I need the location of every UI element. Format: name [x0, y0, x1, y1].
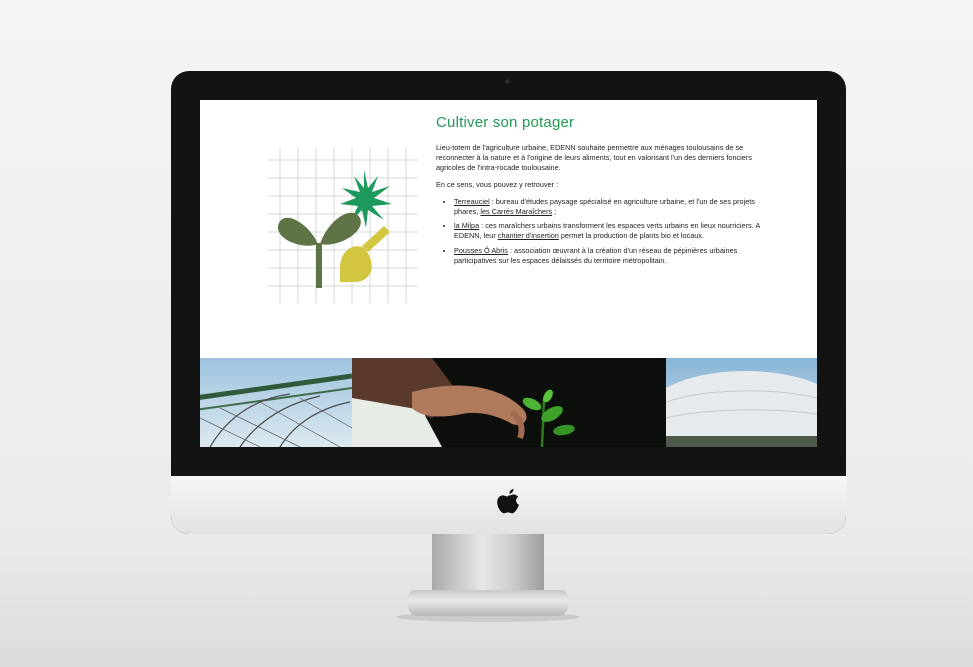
- lead-paragraph: En ce sens, vous pouvez y retrouver :: [436, 179, 559, 189]
- pousses-o-abris-link[interactable]: Pousses Ô Abris: [454, 246, 508, 255]
- carres-maraichers-link[interactable]: les Carrés Maraîchers: [480, 207, 552, 216]
- page-title: Cultiver son potager: [436, 114, 575, 131]
- list-item-text: permet la production de plants bio et lo…: [558, 231, 705, 241]
- monitor: Cultiver son potager Lieu-totem de l'agr…: [171, 71, 846, 534]
- polytunnel-photo: [666, 358, 817, 447]
- photo-strip: [200, 358, 817, 447]
- chantier-insertion-link[interactable]: chantier d'insertion: [498, 231, 559, 240]
- list-item: Terreauciel : bureau d'études paysage sp…: [454, 197, 766, 217]
- website-screen: Cultiver son potager Lieu-totem de l'agr…: [200, 100, 817, 447]
- stand-neck: [432, 534, 544, 594]
- monitor-chin: [171, 476, 846, 534]
- la-milpa-link[interactable]: la Milpa: [454, 221, 479, 230]
- intro-paragraph: Lieu-totem de l'agriculture urbaine, EDE…: [436, 143, 752, 173]
- stand-base: [408, 590, 568, 616]
- partner-list: Terreauciel : bureau d'études paysage sp…: [436, 197, 766, 266]
- greenhouse-frame-photo: [200, 358, 352, 447]
- list-item-text: ;: [552, 207, 557, 217]
- camera: [505, 79, 510, 84]
- list-item: Pousses Ô Abris : association œuvrant à …: [454, 246, 766, 266]
- content-column: Cultiver son potager Lieu-totem de l'agr…: [436, 114, 766, 270]
- apple-logo-icon: [497, 489, 519, 514]
- list-item: la Milpa : ces maraîchers urbains transf…: [454, 221, 766, 241]
- garden-illustration: [268, 148, 418, 303]
- terreauciel-link[interactable]: Terreauciel: [454, 197, 490, 206]
- hand-planting-photo: [352, 358, 666, 447]
